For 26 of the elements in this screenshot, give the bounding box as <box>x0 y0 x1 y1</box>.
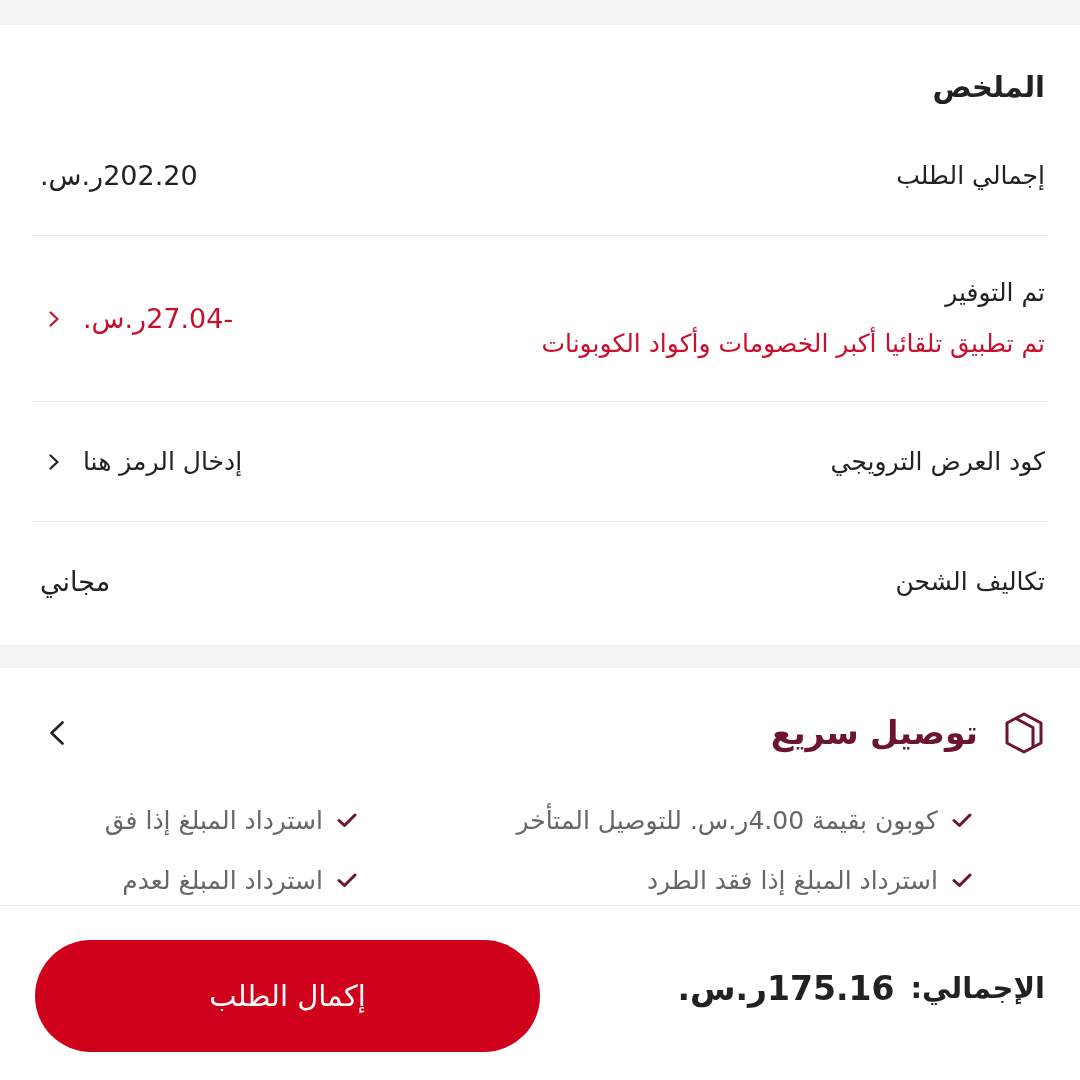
row-label: تكاليف الشحن <box>895 566 1045 598</box>
promo-code-link[interactable]: إدخال الرمز هنا <box>40 439 243 484</box>
summary-title: الملخص <box>932 69 1046 106</box>
chevron-icon <box>49 453 59 470</box>
savings-note: تم تطبيق تلقائيا أكبر الخصومات وأكواد الكوبونات <box>541 326 1045 361</box>
feature-text: استرداد المبلغ لعدم <box>122 865 323 895</box>
delivery-title: توصيل سريع <box>770 712 978 755</box>
chevron-icon[interactable] <box>50 721 64 745</box>
check-icon <box>337 812 357 828</box>
check-icon <box>952 812 972 828</box>
row-value: 202.20ر.س. <box>40 158 198 194</box>
savings-amount[interactable]: -27.04ر.س. <box>40 296 234 341</box>
feature-text: استرداد المبلغ إذا فقد الطرد <box>646 865 938 895</box>
feature-text: كوبون بقيمة 4.00ر.س. للتوصيل المتأخر <box>516 805 938 835</box>
complete-order-button[interactable]: إكمال الطلب <box>35 940 540 1052</box>
total-amount: 175.16ر.س. <box>677 968 895 1008</box>
row-label: كود العرض الترويجي <box>830 445 1045 479</box>
row-value: مجاني <box>40 565 111 600</box>
check-icon <box>952 872 972 888</box>
box-icon <box>1004 712 1044 754</box>
row-label: تم التوفير <box>943 277 1045 309</box>
feature-text: استرداد المبلغ إذا فق <box>104 805 323 835</box>
chevron-icon <box>49 310 59 327</box>
row-label: إجمالي الطلب <box>896 159 1045 192</box>
check-icon <box>337 872 357 888</box>
total-label: الإجمالي: <box>910 971 1045 1005</box>
